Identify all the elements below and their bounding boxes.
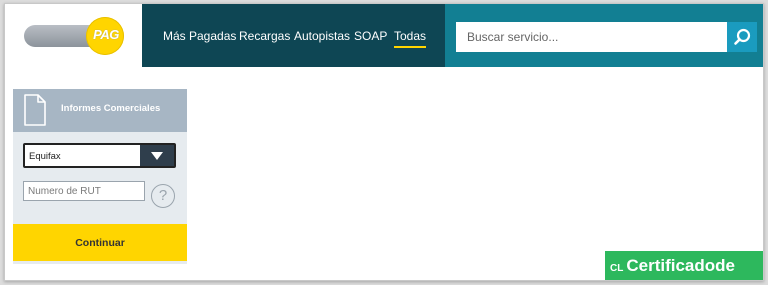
nav-item-recargas[interactable]: Recargas [239, 29, 290, 43]
nav-item-autopistas[interactable]: Autopistas [294, 29, 350, 43]
search-input[interactable] [456, 22, 727, 52]
dropdown-button[interactable] [140, 145, 174, 166]
nav-item-soap[interactable]: SOAP [354, 29, 387, 43]
site-header: PAG Más Pagadas Recargas Autopistas SOAP… [5, 4, 763, 67]
watermark-badge: CL Certificadode [605, 251, 763, 280]
browser-frame: PAG Más Pagadas Recargas Autopistas SOAP… [4, 3, 764, 281]
help-icon[interactable]: ? [151, 184, 175, 208]
continue-button[interactable]: Continuar [13, 224, 187, 261]
document-icon [24, 94, 46, 126]
logo-text: PAG [93, 27, 119, 42]
site-logo[interactable]: PAG [13, 4, 142, 67]
watermark-prefix: CL [610, 263, 624, 274]
search-button[interactable] [727, 22, 757, 52]
chevron-down-icon [151, 152, 163, 160]
provider-select-value: Equifax [29, 151, 61, 162]
provider-select[interactable]: Equifax [23, 143, 176, 168]
panel-title: Informes Comerciales [61, 103, 161, 114]
rut-input[interactable] [23, 181, 145, 201]
watermark-text: Certificadode [626, 256, 735, 275]
search-icon [734, 28, 751, 45]
nav-item-todas[interactable]: Todas [394, 29, 427, 48]
panel-header: Informes Comerciales [13, 89, 187, 132]
main-nav: Más Pagadas Recargas Autopistas SOAP Tod… [142, 4, 445, 67]
informes-comerciales-panel: Informes Comerciales Equifax ? Continuar [13, 89, 187, 264]
nav-item-mas-pagadas[interactable]: Más Pagadas [163, 29, 236, 43]
search-area [445, 4, 763, 67]
